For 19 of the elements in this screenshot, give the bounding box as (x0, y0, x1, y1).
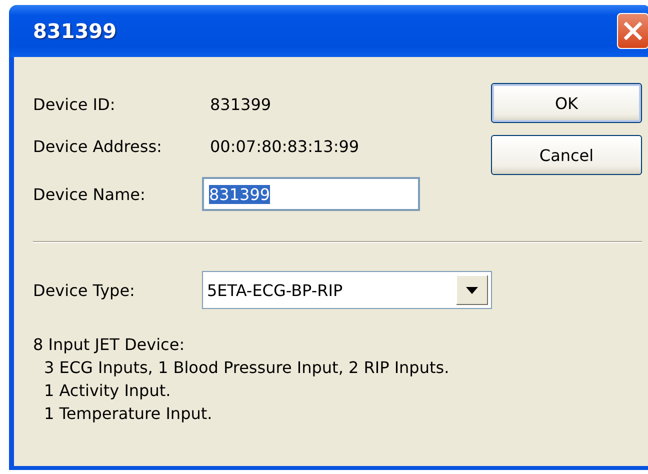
field-value: 00:07:80:83:13:99 (210, 136, 360, 156)
dropdown-arrow-icon (466, 286, 478, 294)
field-value: 831399 (210, 94, 272, 114)
close-icon (622, 20, 644, 42)
window-title: 831399 (33, 19, 116, 43)
field-label: Device Address: (33, 136, 163, 156)
description-line: 1 Temperature Input. (44, 404, 212, 423)
device-type-label: Device Type: (33, 280, 136, 300)
field-label: Device Name: (33, 184, 146, 204)
description-line: 1 Activity Input. (44, 381, 171, 400)
field-label: Device ID: (33, 94, 116, 114)
description-line: 3 ECG Inputs, 1 Blood Pressure Input, 2 RIP Inputs. (44, 358, 450, 377)
dropdown-value: 5ETA-ECG-BP-RIP (207, 280, 343, 300)
close-button[interactable] (617, 13, 648, 49)
device-type-dropdown[interactable]: 5ETA-ECG-BP-RIP (202, 271, 492, 309)
ok-button[interactable]: OK (491, 83, 642, 123)
description-heading: 8 Input JET Device: (33, 334, 186, 356)
device-name-field[interactable]: 831399 (202, 177, 420, 211)
cancel-button[interactable]: Cancel (491, 135, 642, 175)
